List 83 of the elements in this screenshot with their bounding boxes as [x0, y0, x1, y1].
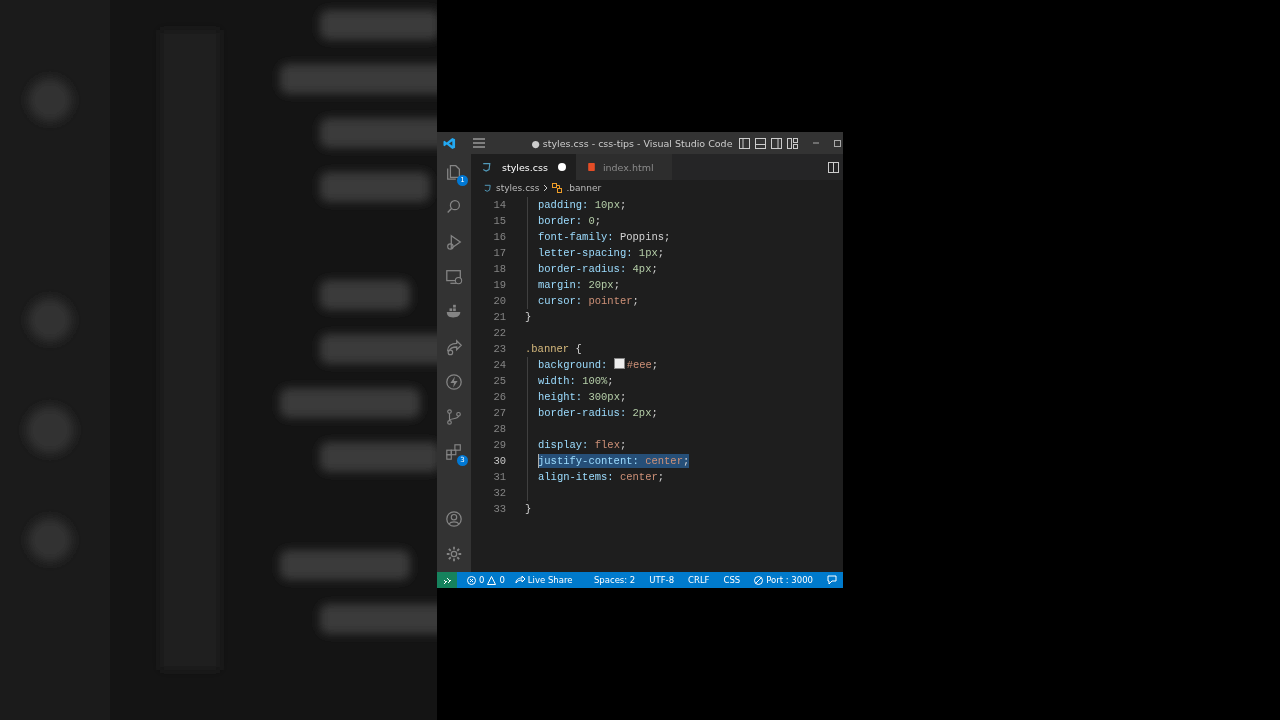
code-line: .banner { — [525, 342, 582, 356]
line-number: 30 — [492, 455, 506, 467]
status-item[interactable]: CRLF — [688, 575, 710, 585]
share-icon — [514, 575, 525, 585]
search-icon[interactable] — [445, 198, 463, 216]
editor-tab[interactable]: index.html — [575, 154, 672, 180]
css-file-icon — [481, 161, 492, 173]
code-line: } — [525, 502, 532, 516]
text-cursor — [538, 454, 539, 468]
html-file-icon — [585, 161, 597, 173]
minimize-icon[interactable] — [813, 140, 819, 146]
line-number: 23 — [492, 343, 506, 355]
error-count[interactable]: 0 — [479, 575, 485, 585]
split-layout-icon[interactable] — [771, 137, 782, 149]
blocks-icon[interactable] — [445, 443, 463, 461]
unsaved-dot-icon — [557, 163, 566, 171]
line-number: 14 — [492, 199, 506, 211]
code-line: cursor: pointer; — [538, 294, 639, 308]
remote-icon — [442, 575, 452, 585]
sidebar-toggle-icon[interactable] — [739, 137, 750, 149]
line-number: 25 — [492, 375, 506, 387]
code-line: display: flex; — [538, 438, 627, 452]
warning-count[interactable]: 0 — [499, 575, 505, 585]
warning-icon — [487, 575, 497, 585]
blocked-icon — [754, 575, 764, 585]
line-number: 22 — [492, 327, 506, 339]
symbol-icon — [552, 182, 563, 193]
line-number: 26 — [492, 391, 506, 403]
port-status[interactable]: Port : 3000 — [766, 575, 813, 585]
code-line: align-items: center; — [538, 470, 665, 484]
remote-button[interactable] — [437, 572, 457, 588]
panel-toggle-icon[interactable] — [755, 137, 766, 149]
status-item[interactable]: UTF-8 — [649, 575, 675, 585]
maximize-icon[interactable] — [834, 139, 841, 147]
feedback-icon[interactable] — [827, 575, 837, 585]
code-line: font-family: Poppins; — [538, 230, 671, 244]
line-number: 31 — [492, 471, 506, 483]
line-number: 29 — [492, 439, 506, 451]
status-item[interactable]: Spaces: 2 — [593, 575, 636, 585]
error-icon — [467, 575, 476, 585]
line-number: 28 — [492, 423, 506, 435]
code-line: height: 300px; — [538, 390, 627, 404]
menu-icon[interactable] — [473, 138, 485, 148]
line-number: 15 — [492, 215, 506, 227]
lightning-icon[interactable] — [445, 373, 463, 391]
code-line: } — [525, 310, 532, 324]
line-number: 17 — [492, 247, 506, 259]
play-bug-icon[interactable] — [445, 233, 463, 251]
code-line: padding: 10px; — [538, 198, 627, 212]
branch-icon[interactable] — [445, 408, 463, 426]
code-line: border-radius: 2px; — [538, 406, 658, 420]
account-icon[interactable] — [445, 510, 463, 528]
layout-grid-icon[interactable] — [787, 137, 798, 149]
color-swatch[interactable] — [613, 358, 625, 369]
app-logo-icon — [443, 136, 456, 150]
line-number: 20 — [492, 295, 506, 307]
line-number: 18 — [492, 263, 506, 275]
line-number: 21 — [492, 311, 506, 323]
files-icon[interactable] — [445, 163, 463, 181]
line-number: 24 — [492, 359, 506, 371]
code-line: width: 100%; — [538, 374, 614, 388]
window-title: ● styles.css - css-tips - Visual Studio Code — [530, 137, 734, 149]
settings-icon[interactable] — [445, 545, 463, 563]
editor-tab[interactable]: styles.css — [471, 154, 576, 180]
share-arrow-icon[interactable] — [445, 338, 463, 356]
code-line: letter-spacing: 1px; — [538, 246, 665, 260]
split-editor-icon[interactable] — [828, 161, 839, 173]
code-line: border-radius: 4px; — [538, 262, 658, 276]
line-number: 27 — [492, 407, 506, 419]
line-number: 19 — [492, 279, 506, 291]
line-number: 33 — [492, 503, 506, 515]
code-line: margin: 20px; — [538, 278, 620, 292]
breadcrumb-item[interactable]: styles.css — [496, 182, 540, 193]
line-number: 32 — [492, 487, 506, 499]
code-line: border: 0; — [538, 214, 602, 228]
breadcrumb-item[interactable]: .banner — [566, 182, 602, 193]
monitor-icon[interactable] — [445, 268, 463, 286]
code-line: background: #eee; — [538, 358, 659, 372]
css-file-icon — [483, 182, 492, 193]
line-number: 16 — [492, 231, 506, 243]
status-item[interactable]: CSS — [723, 575, 741, 585]
chevron-icon — [543, 183, 549, 192]
live-share-button[interactable]: Live Share — [527, 575, 573, 585]
